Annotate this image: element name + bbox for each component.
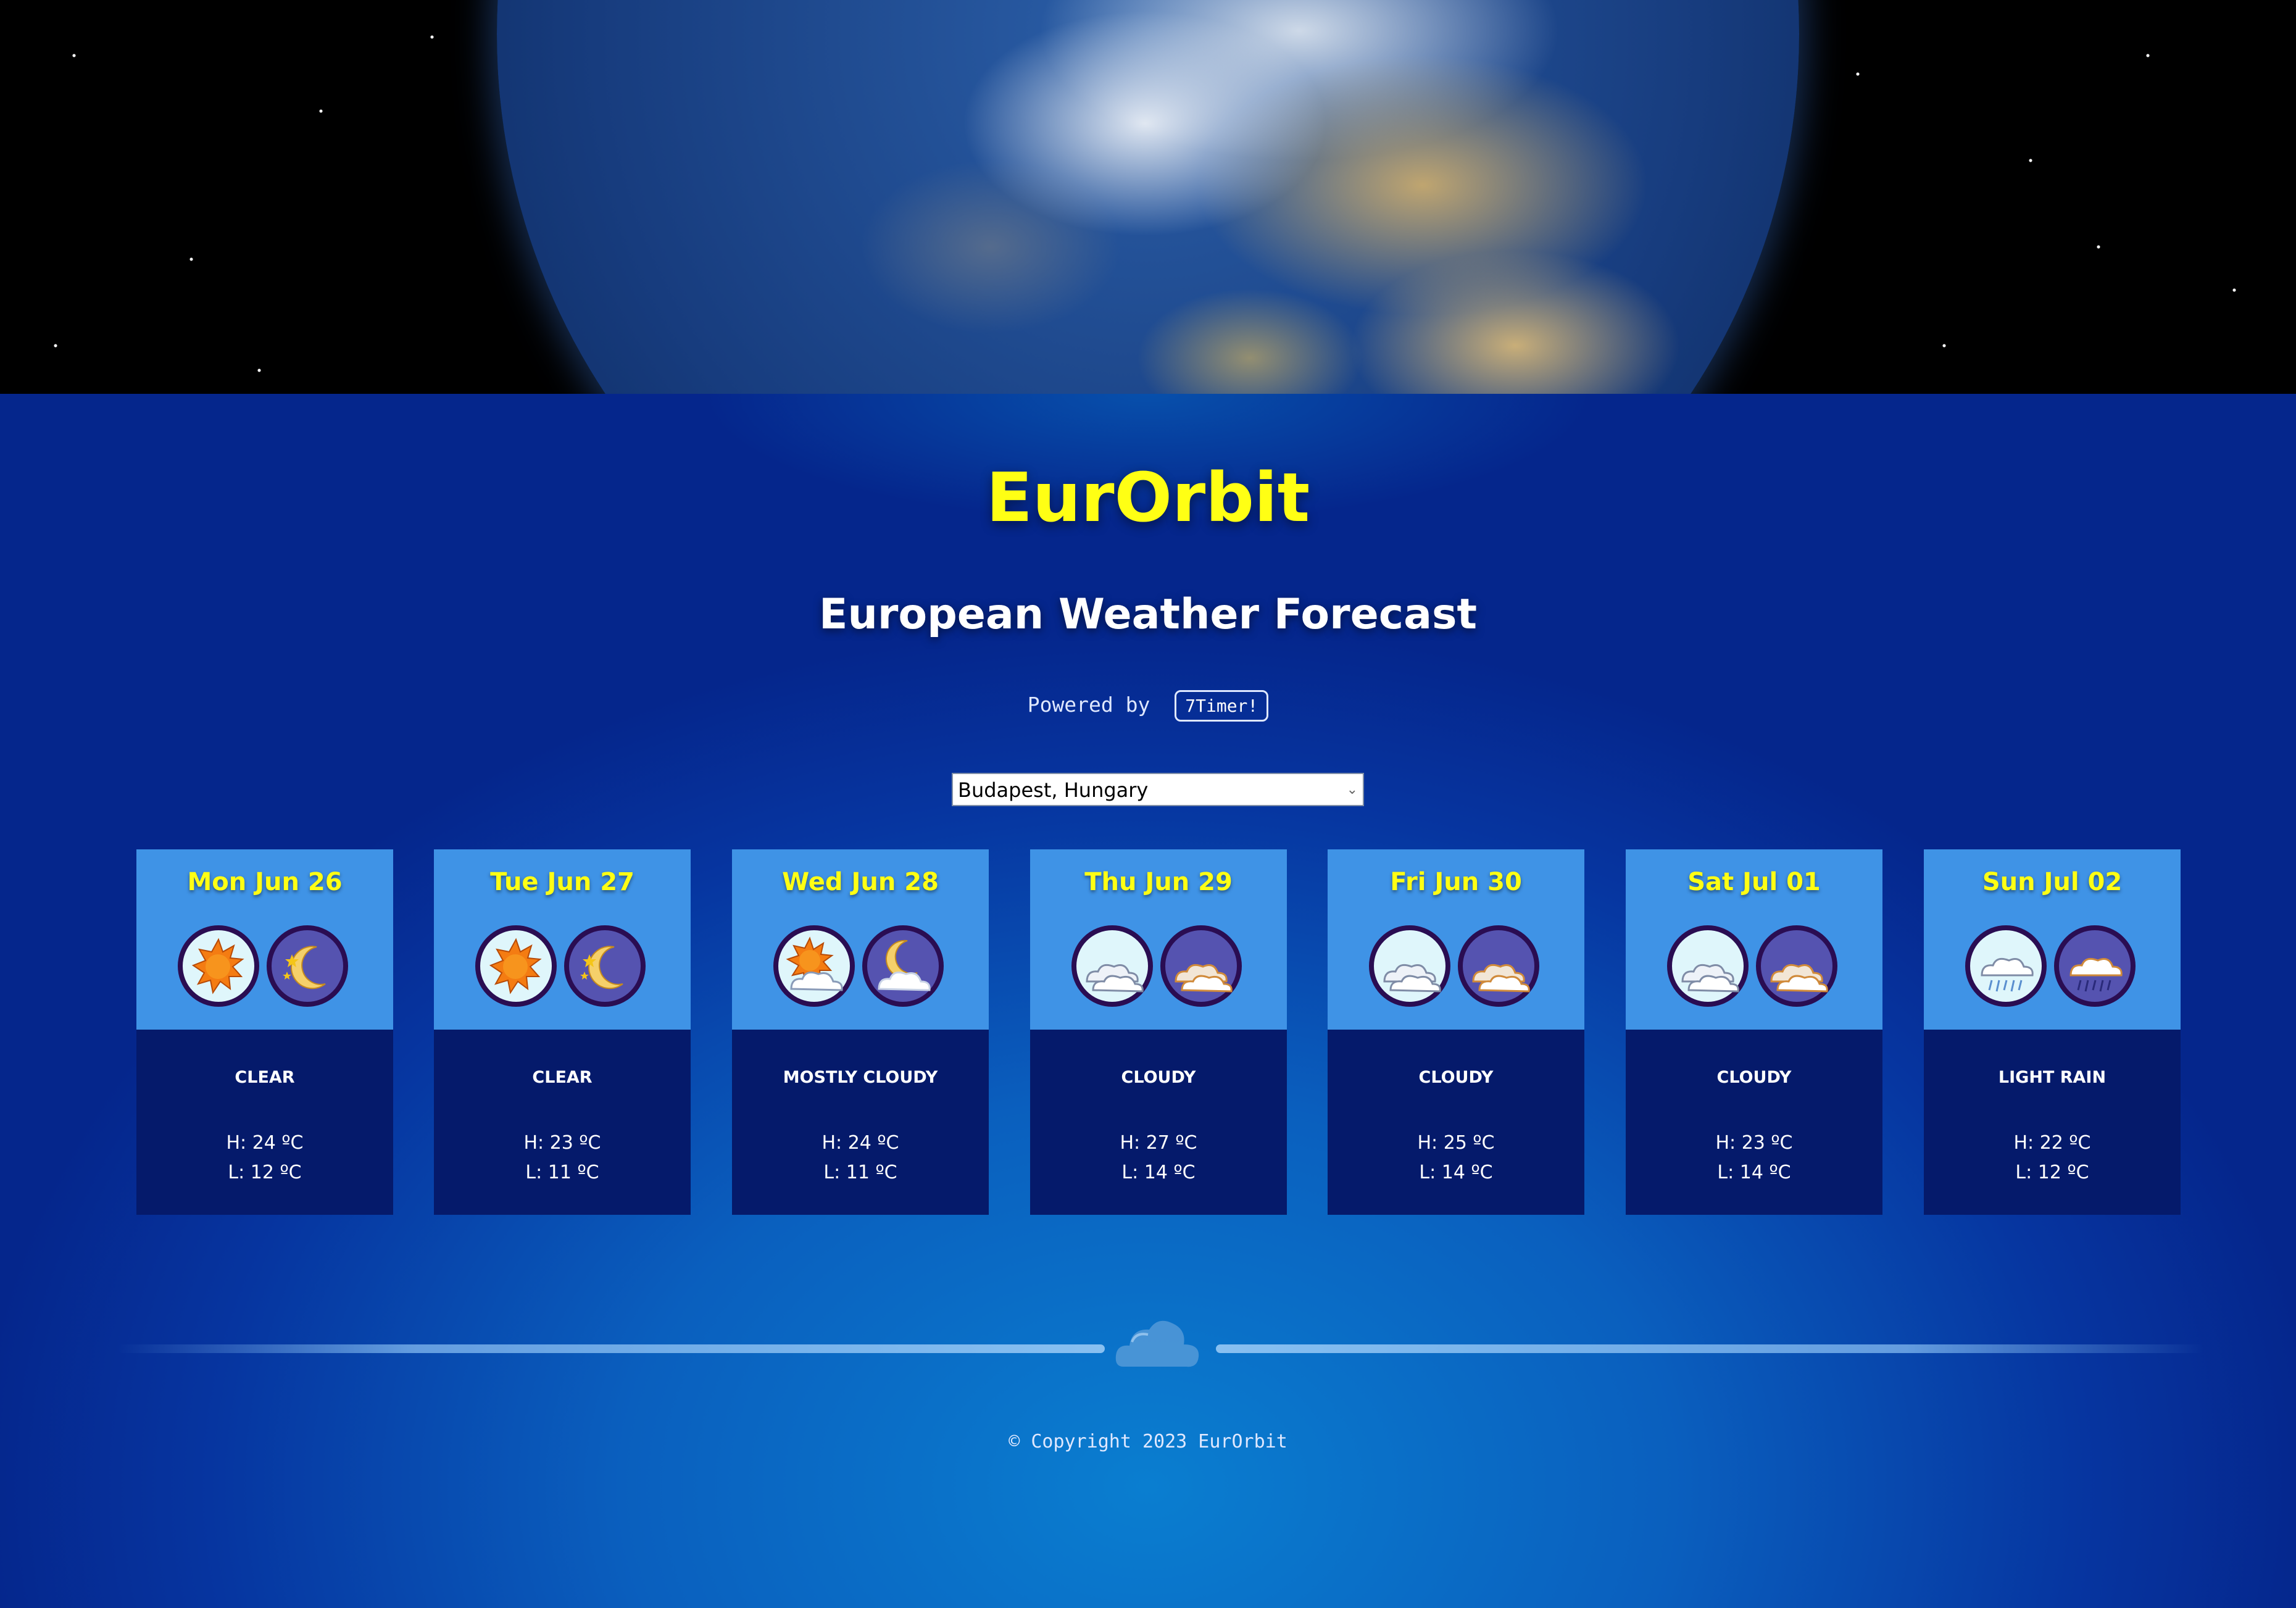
forecast-high: H: 22 ºC <box>2013 1132 2091 1154</box>
forecast-card: Tue Jun 27 CLEAR H: 23 ºC L: 11 ºC <box>434 849 691 1215</box>
sun-icon <box>178 925 259 1007</box>
card-body: CLOUDY H: 27 ºC L: 14 ºC <box>1030 1030 1287 1215</box>
forecast-date: Mon Jun 26 <box>187 868 343 896</box>
weather-icons <box>773 925 948 1011</box>
forecast-card: Sun Jul 02 LIGHT RAIN H: 22 ºC L: 12 ºC <box>1924 849 2181 1215</box>
weather-icons <box>1666 925 1842 1011</box>
divider-line-left <box>117 1344 1105 1353</box>
forecast-date: Sat Jul 01 <box>1687 868 1821 896</box>
forecast-low: L: 11 ºC <box>823 1162 897 1183</box>
forecast-low: L: 14 ºC <box>1419 1162 1493 1183</box>
forecast-condition: CLEAR <box>235 1068 295 1087</box>
card-header: Sat Jul 01 <box>1626 849 1882 1030</box>
forecast-high: H: 24 ºC <box>821 1132 899 1154</box>
clouds-night-icon <box>1458 925 1539 1007</box>
powered-by-label: Powered by <box>1027 693 1150 717</box>
card-header: Wed Jun 28 <box>732 849 989 1030</box>
forecast-card: Thu Jun 29 CLOUDY H: 27 ºC L: 14 ºC <box>1030 849 1287 1215</box>
forecast-high: H: 23 ºC <box>523 1132 601 1154</box>
main-section: EurOrbit European Weather Forecast Power… <box>0 394 2296 1608</box>
card-header: Mon Jun 26 <box>136 849 393 1030</box>
card-body: LIGHT RAIN H: 22 ºC L: 12 ºC <box>1924 1030 2181 1215</box>
forecast-high: H: 24 ºC <box>226 1132 304 1154</box>
divider-line-right <box>1216 1344 2203 1353</box>
forecast-date: Tue Jun 27 <box>490 868 634 896</box>
moon-stars-icon <box>267 925 348 1007</box>
forecast-date: Thu Jun 29 <box>1084 868 1233 896</box>
forecast-card: Sat Jul 01 CLOUDY H: 23 ºC L: 14 ºC <box>1626 849 1882 1215</box>
forecast-card: Mon Jun 26 CLEAR H: 24 ºC L: 12 ºC <box>136 849 393 1215</box>
powered-by: Powered by 7Timer! <box>0 690 2296 722</box>
page-title: EurOrbit <box>986 458 1310 537</box>
forecast-card: Fri Jun 30 CLOUDY H: 25 ºC L: 14 ºC <box>1328 849 1584 1215</box>
cloud-icon <box>1115 1320 1199 1367</box>
card-header: Sun Jul 02 <box>1924 849 2181 1030</box>
clouds-day-icon <box>1667 925 1749 1007</box>
forecast-condition: CLEAR <box>532 1068 593 1087</box>
clouds-night-icon <box>1160 925 1242 1007</box>
moon-stars-icon <box>564 925 646 1007</box>
hero-banner <box>0 0 2296 394</box>
card-header: Fri Jun 30 <box>1328 849 1584 1030</box>
clouds-night-icon <box>1756 925 1837 1007</box>
footer-copyright: © Copyright 2023 EurOrbit <box>1009 1431 1287 1452</box>
weather-icons <box>1071 925 1246 1011</box>
page-subtitle: European Weather Forecast <box>819 590 1477 639</box>
location-selected-value: Budapest, Hungary <box>958 778 1149 802</box>
weather-icons <box>475 925 650 1011</box>
card-body: CLEAR H: 23 ºC L: 11 ºC <box>434 1030 691 1215</box>
card-body: MOSTLY CLOUDY H: 24 ºC L: 11 ºC <box>732 1030 989 1215</box>
forecast-date: Sun Jul 02 <box>1982 868 2123 896</box>
weather-icons <box>1965 925 2140 1011</box>
card-header: Tue Jun 27 <box>434 849 691 1030</box>
weather-icons <box>1368 925 1544 1011</box>
forecast-condition: CLOUDY <box>1121 1068 1196 1087</box>
location-select[interactable]: Budapest, Hungary ⌄ <box>952 773 1364 806</box>
card-body: CLOUDY H: 23 ºC L: 14 ºC <box>1626 1030 1882 1215</box>
forecast-condition: MOSTLY CLOUDY <box>783 1068 938 1087</box>
forecast-date: Wed Jun 28 <box>782 868 939 896</box>
rain-day-icon <box>1965 925 2047 1007</box>
earth-image <box>497 0 1799 394</box>
forecast-card: Wed Jun 28 MOSTLY CLOUDY H: 24 ºC L: 11 … <box>732 849 989 1215</box>
card-header: Thu Jun 29 <box>1030 849 1287 1030</box>
sun-icon <box>475 925 557 1007</box>
forecast-high: H: 23 ºC <box>1715 1132 1793 1154</box>
forecast-low: L: 14 ºC <box>1121 1162 1196 1183</box>
forecast-cards: Mon Jun 26 CLEAR H: 24 ºC L: 12 ºC Tue J… <box>136 849 2181 1215</box>
forecast-condition: CLOUDY <box>1716 1068 1792 1087</box>
forecast-condition: LIGHT RAIN <box>1998 1068 2107 1087</box>
forecast-date: Fri Jun 30 <box>1390 868 1522 896</box>
clouds-day-icon <box>1071 925 1153 1007</box>
forecast-low: L: 12 ºC <box>2015 1162 2089 1183</box>
weather-icons <box>177 925 352 1011</box>
card-body: CLEAR H: 24 ºC L: 12 ºC <box>136 1030 393 1215</box>
clouds-day-icon <box>1369 925 1450 1007</box>
rain-night-icon <box>2054 925 2136 1007</box>
moon-cloud-icon <box>862 925 944 1007</box>
forecast-low: L: 12 ºC <box>228 1162 302 1183</box>
card-body: CLOUDY H: 25 ºC L: 14 ºC <box>1328 1030 1584 1215</box>
forecast-high: H: 25 ºC <box>1417 1132 1495 1154</box>
forecast-condition: CLOUDY <box>1418 1068 1494 1087</box>
seven-timer-link[interactable]: 7Timer! <box>1175 690 1269 722</box>
forecast-low: L: 14 ºC <box>1717 1162 1791 1183</box>
chevron-down-icon: ⌄ <box>1346 782 1358 798</box>
sun-cloud-icon <box>773 925 855 1007</box>
forecast-low: L: 11 ºC <box>525 1162 599 1183</box>
forecast-high: H: 27 ºC <box>1120 1132 1197 1154</box>
